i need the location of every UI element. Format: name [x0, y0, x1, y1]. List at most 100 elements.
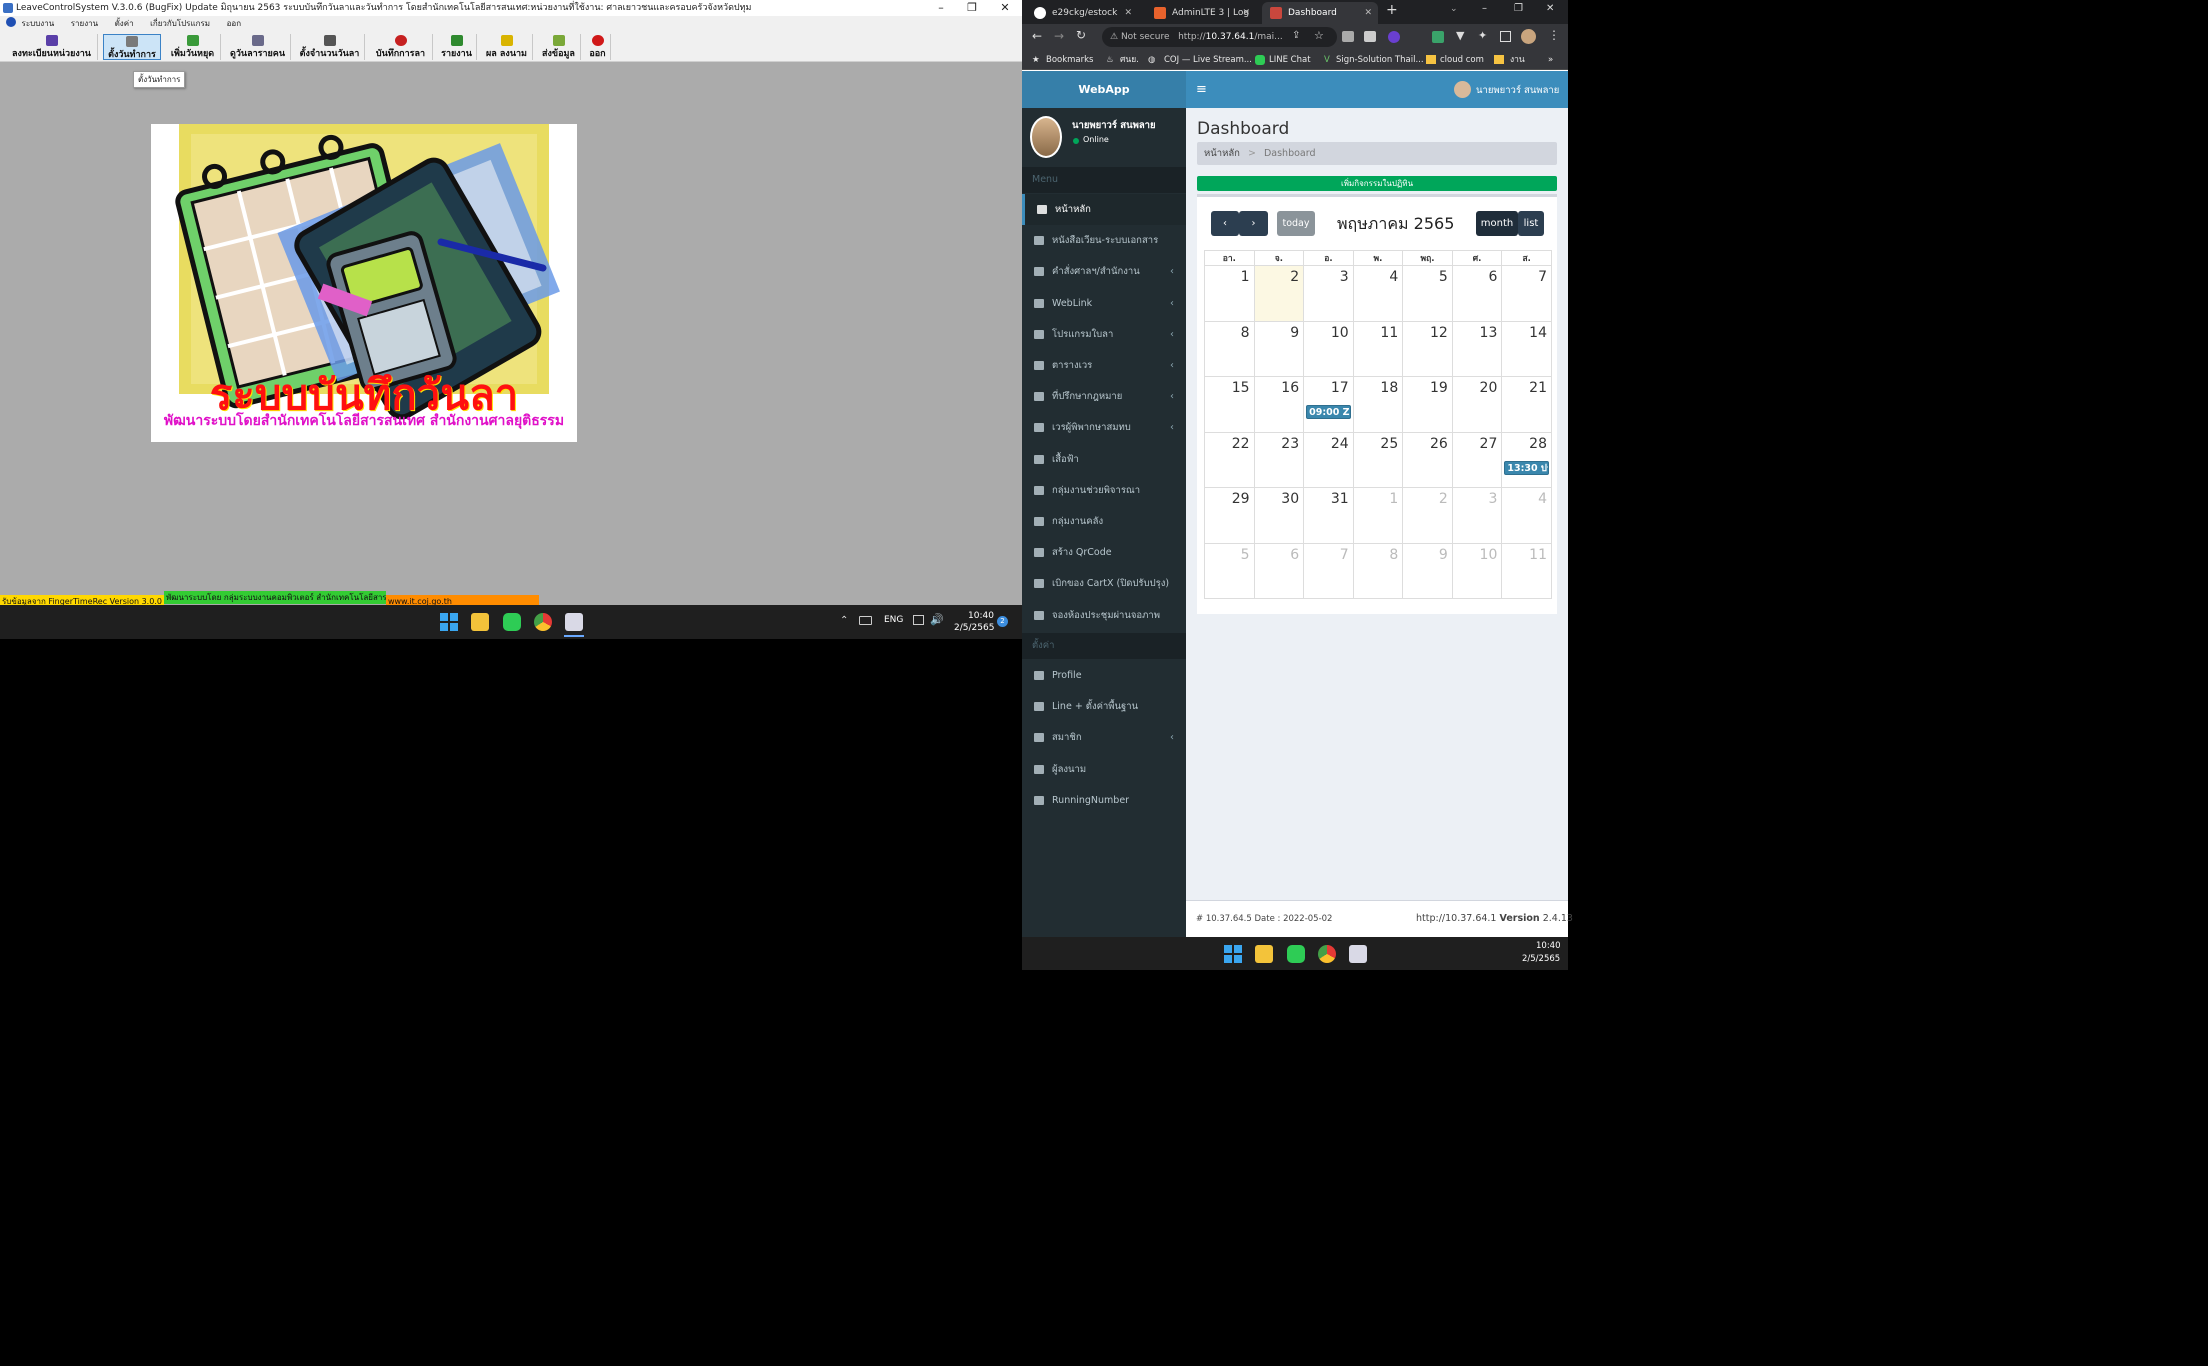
network-icon[interactable]: [913, 615, 924, 625]
calendar-day[interactable]: 27: [1451, 431, 1503, 488]
sidebar-item[interactable]: สมาชิก ‹: [1022, 722, 1186, 753]
bookmark-cloud-com[interactable]: cloud com: [1440, 50, 1484, 70]
volume-icon[interactable]: 🔊: [930, 613, 944, 626]
close-button[interactable]: ✕: [988, 0, 1022, 16]
sidebar-item[interactable]: กลุ่มงานคลัง: [1022, 506, 1186, 537]
brand-logo[interactable]: WebApp: [1022, 71, 1186, 108]
puzzle-icon[interactable]: ✦: [1478, 29, 1487, 42]
calendar-day[interactable]: 9: [1402, 542, 1453, 599]
share-icon[interactable]: ⇪: [1292, 30, 1300, 41]
calendar-day[interactable]: 4: [1501, 487, 1552, 544]
calendar-day[interactable]: 5: [1402, 265, 1453, 322]
calendar-day[interactable]: 12: [1402, 320, 1453, 377]
breadcrumb-home[interactable]: หน้าหลัก: [1204, 148, 1240, 159]
menu-item-system[interactable]: ระบบงาน: [22, 19, 55, 28]
taskbar-time[interactable]: 10:40: [1536, 941, 1561, 951]
sidebar-item[interactable]: หนังสือเวียน-ระบบเอกสาร: [1022, 225, 1186, 256]
extension-icon[interactable]: [1342, 31, 1354, 42]
sidebar-item[interactable]: คำสั่งศาลฯ/สำนักงาน ‹: [1022, 256, 1186, 287]
calendar-day[interactable]: 9: [1253, 320, 1305, 377]
taskbar-date[interactable]: 2/5/2565: [1522, 954, 1560, 964]
calendar-event[interactable]: 09:00 Z ค: [1306, 405, 1351, 419]
sidebar-item[interactable]: RunningNumber: [1022, 785, 1186, 816]
calendar-day[interactable]: 7: [1303, 542, 1354, 599]
calendar-month-button[interactable]: month: [1476, 211, 1518, 236]
menu-item-settings[interactable]: ตั้งค่า: [115, 19, 134, 28]
calendar-day[interactable]: 3: [1451, 487, 1503, 544]
record-leave-button[interactable]: บันทึกการลา: [369, 34, 433, 60]
calendar-day[interactable]: 24: [1303, 431, 1354, 488]
menu-item-exit[interactable]: ออก: [227, 19, 241, 28]
tab-estock[interactable]: e29ckg/estock ✕: [1026, 2, 1138, 24]
profile-avatar-icon[interactable]: [1521, 29, 1536, 44]
minimize-button[interactable]: –: [924, 0, 958, 16]
calendar-next-button[interactable]: ›: [1239, 211, 1268, 236]
chrome-icon[interactable]: [534, 613, 552, 631]
calendar-day[interactable]: 23: [1253, 431, 1305, 488]
line-app-icon[interactable]: [503, 613, 521, 631]
calendar-day[interactable]: 22: [1204, 431, 1255, 488]
windows-start-icon[interactable]: [1224, 945, 1242, 963]
top-user-name[interactable]: นายพยาวร์ สนพลาย: [1476, 83, 1559, 98]
minimize-button[interactable]: –: [1482, 3, 1487, 14]
top-user-avatar[interactable]: [1454, 81, 1471, 98]
calendar-day[interactable]: 8: [1352, 542, 1404, 599]
calendar-day[interactable]: 11: [1501, 542, 1552, 599]
calendar-day[interactable]: 18: [1352, 376, 1404, 433]
tab-close-icon[interactable]: ✕: [1364, 2, 1372, 24]
calendar-day[interactable]: 2: [1402, 487, 1453, 544]
sidebar-item[interactable]: จองห้องประชุมผ่านจอภาพ: [1022, 600, 1186, 631]
reload-icon[interactable]: ↻: [1076, 28, 1086, 42]
calendar-today-button[interactable]: today: [1277, 211, 1315, 236]
sidebar-item[interactable]: เวรผู้พิพากษาสมทบ ‹: [1022, 412, 1186, 443]
bookmark-sny[interactable]: ศนย.: [1120, 50, 1139, 70]
leave-app-taskbar-icon[interactable]: [565, 613, 583, 631]
url-field[interactable]: ⚠ Not secure http://10.37.64.1/mai...: [1102, 27, 1337, 47]
chevron-up-icon[interactable]: ⌃: [840, 615, 848, 626]
calendar-day[interactable]: 1: [1352, 487, 1404, 544]
star-icon[interactable]: ☆: [1314, 29, 1324, 42]
calendar-day[interactable]: 29: [1204, 487, 1255, 544]
calendar-day[interactable]: 3: [1303, 265, 1354, 322]
calendar-day[interactable]: 17 09:00 Z ค: [1303, 376, 1354, 433]
sidepanel-icon[interactable]: [1500, 31, 1511, 42]
calendar-day[interactable]: 2: [1253, 265, 1305, 322]
register-unit-button[interactable]: ลงทะเบียนหน่วยงาน: [6, 34, 98, 60]
menu-item-about[interactable]: เกี่ยวกับโปรแกรม: [150, 19, 210, 28]
menu-item-report[interactable]: รายงาน: [71, 19, 98, 28]
sidebar-item[interactable]: กลุ่มงานช่วยพิจารณา: [1022, 475, 1186, 506]
calendar-day[interactable]: 5: [1204, 542, 1255, 599]
calendar-day[interactable]: 15: [1204, 376, 1255, 433]
view-person-leave-button[interactable]: ดูวันลารายคน: [225, 34, 291, 60]
file-explorer-icon[interactable]: [471, 613, 489, 631]
close-button[interactable]: ✕: [1546, 3, 1554, 14]
notification-badge[interactable]: 2: [997, 616, 1008, 627]
calendar-day[interactable]: 11: [1352, 320, 1404, 377]
calendar-day[interactable]: 6: [1451, 265, 1503, 322]
bookmark-coj-live[interactable]: COJ — Live Stream...: [1164, 50, 1252, 70]
chrome-icon[interactable]: [1318, 945, 1336, 963]
camera-icon[interactable]: [1364, 31, 1376, 42]
calendar-day[interactable]: 25: [1352, 431, 1404, 488]
add-activity-button[interactable]: เพิ่มกิจกรรมในปฏิทิน: [1197, 176, 1557, 191]
sidebar-item[interactable]: สร้าง QrCode: [1022, 537, 1186, 568]
send-data-button[interactable]: ส่งข้อมูล: [537, 34, 581, 60]
calendar-day[interactable]: 10: [1451, 542, 1503, 599]
sidebar-item[interactable]: เบิกของ CartX (ปิดปรับปรุง): [1022, 568, 1186, 599]
restore-button[interactable]: ❐: [1514, 3, 1523, 14]
keyboard-icon[interactable]: [859, 616, 872, 625]
calendar-day[interactable]: 1: [1204, 265, 1255, 322]
tab-adminlte[interactable]: AdminLTE 3 | Log ✕: [1146, 2, 1256, 24]
forward-icon[interactable]: →: [1054, 29, 1064, 43]
calendar-day[interactable]: 6: [1253, 542, 1305, 599]
sign-result-button[interactable]: ผล ลงนาม: [481, 34, 533, 60]
windows-start-icon[interactable]: [440, 613, 458, 631]
taskbar-time[interactable]: 10:40: [968, 611, 994, 621]
tab-close-icon[interactable]: ✕: [1124, 2, 1132, 24]
calendar-day[interactable]: 19: [1402, 376, 1453, 433]
sidebar-item[interactable]: WebLink ‹: [1022, 288, 1186, 319]
calendar-day[interactable]: 7: [1501, 265, 1552, 322]
calendar-day[interactable]: 4: [1352, 265, 1404, 322]
calendar-day[interactable]: 14: [1501, 320, 1552, 377]
bookmark-line-chat[interactable]: LINE Chat: [1269, 50, 1311, 70]
